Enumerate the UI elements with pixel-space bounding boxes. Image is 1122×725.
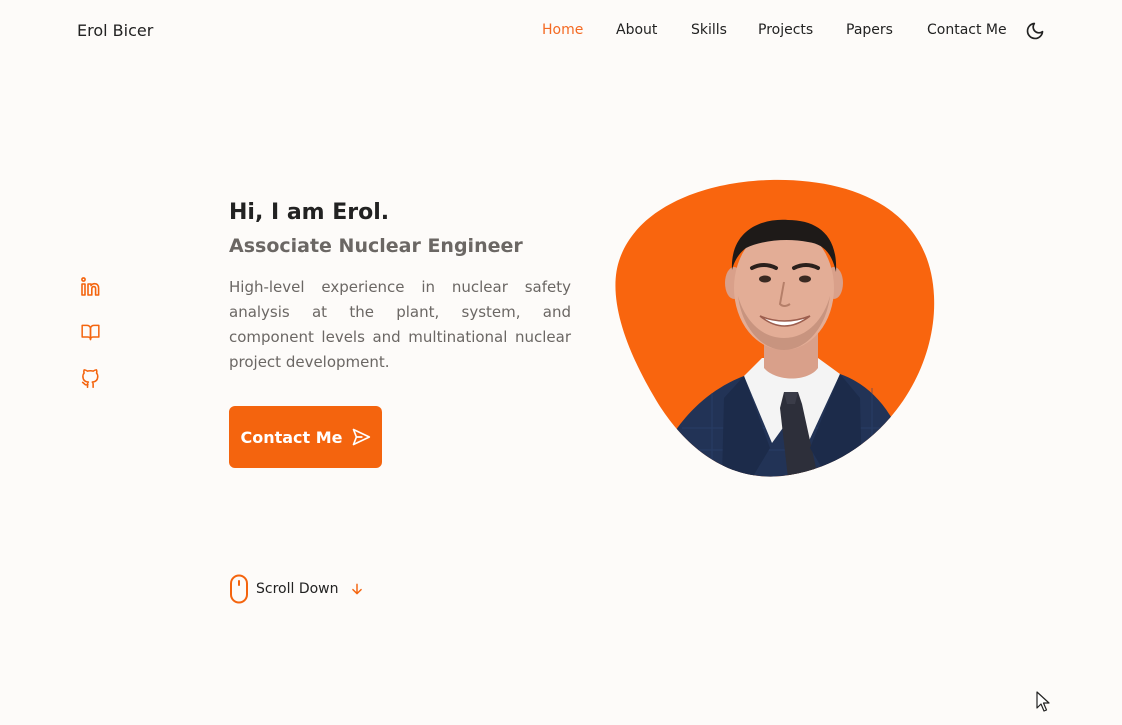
profile-blob <box>612 178 936 478</box>
github-icon <box>81 369 99 389</box>
nav-skills[interactable]: Skills <box>691 22 727 38</box>
mouse-pointer-icon <box>1036 691 1050 712</box>
nav-papers[interactable]: Papers <box>846 22 893 38</box>
page: Erol Bicer Home About Skills Projects Pa… <box>0 0 1122 725</box>
contact-me-button[interactable]: Contact Me <box>229 406 382 468</box>
scroll-down-link[interactable]: Scroll Down <box>229 574 364 604</box>
contact-me-label: Contact Me <box>240 427 343 447</box>
nav-contact[interactable]: Contact Me <box>927 22 1007 38</box>
theme-toggle-button[interactable] <box>1025 21 1045 41</box>
github-link[interactable] <box>80 368 101 389</box>
book-open-icon <box>81 324 100 341</box>
nav-projects[interactable]: Projects <box>758 22 813 38</box>
nav-about[interactable]: About <box>616 22 657 38</box>
nav-home[interactable]: Home <box>542 22 583 38</box>
hero-subtitle: Associate Nuclear Engineer <box>229 235 523 257</box>
arrow-down-icon <box>351 583 362 595</box>
linkedin-link[interactable] <box>80 277 101 297</box>
profile-photo <box>615 179 935 477</box>
linkedin-icon <box>81 277 100 296</box>
brand-logo[interactable]: Erol Bicer <box>77 21 153 40</box>
book-link[interactable] <box>80 322 101 342</box>
hero-description: High-level experience in nuclear safety … <box>229 278 571 371</box>
send-icon <box>352 428 370 446</box>
moon-icon <box>1026 22 1044 40</box>
mouse-icon <box>230 574 248 604</box>
scroll-down-label: Scroll Down <box>256 581 339 597</box>
hero-title: Hi, I am Erol. <box>229 200 390 225</box>
